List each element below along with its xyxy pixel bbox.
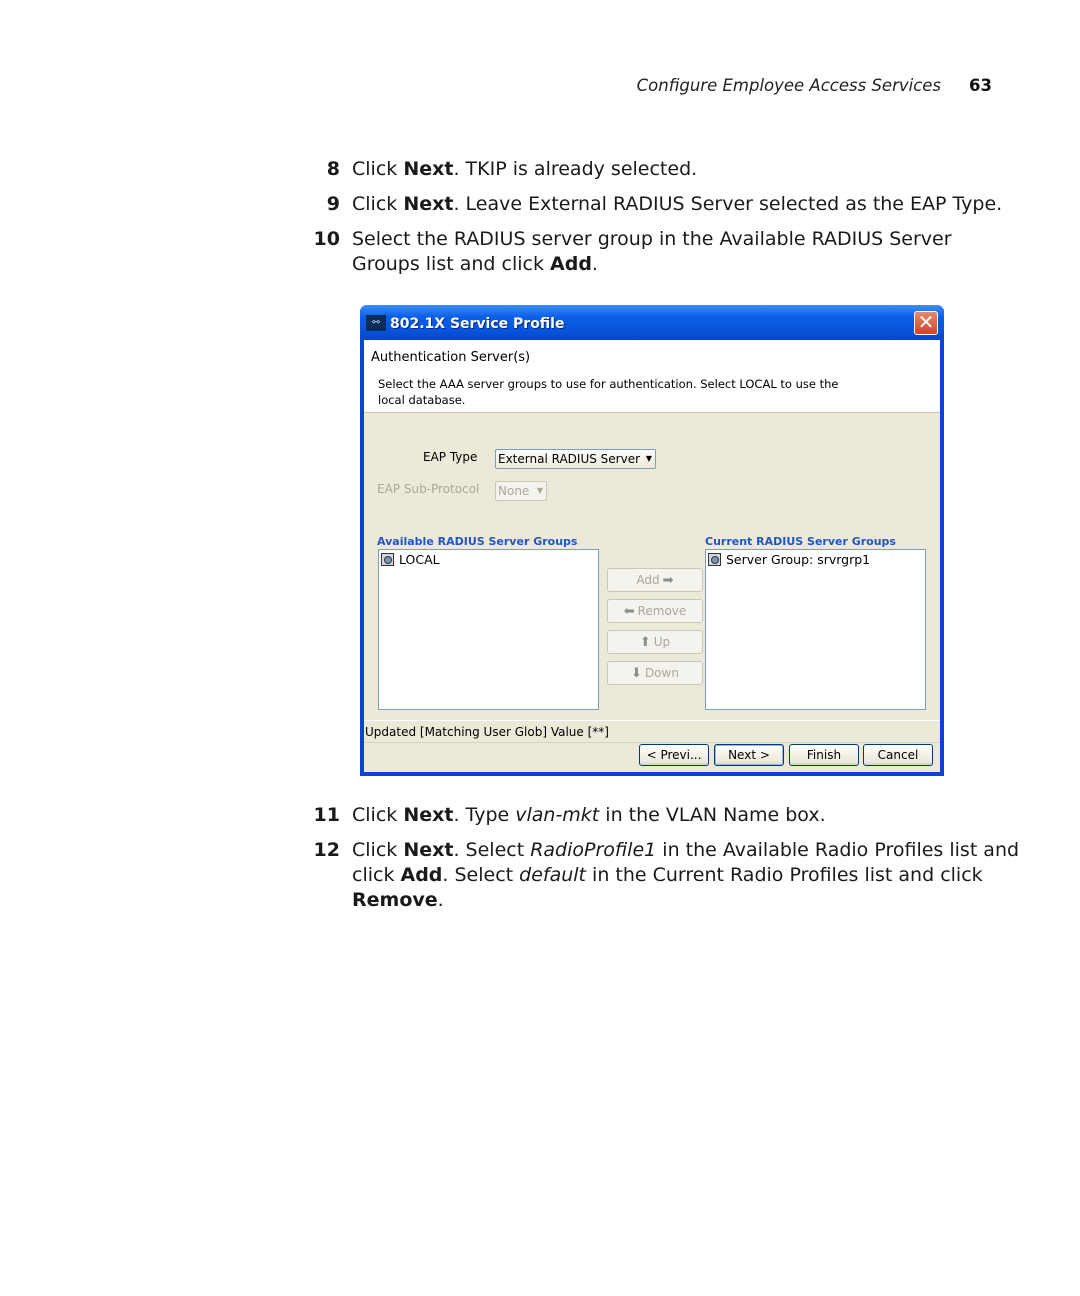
eap-type-label: EAP Type	[423, 450, 478, 464]
step-number: 8	[326, 158, 340, 180]
step-text: Click Next. TKIP is already selected.	[352, 157, 1022, 182]
eap-type-select[interactable]: External RADIUS Server ▼	[495, 449, 656, 469]
text-run: in the VLAN Name box.	[599, 804, 826, 826]
text-run: Click	[352, 193, 404, 215]
step-text: Click Next. Type vlan-mkt in the VLAN Na…	[352, 803, 1022, 828]
arrow-left-icon: ⬅	[623, 603, 635, 619]
text-run: Select the RADIUS server group in the Av…	[352, 228, 952, 275]
title-bar[interactable]: ⚯ 802.1X Service Profile ✕	[360, 305, 944, 340]
text-run: . Select	[442, 864, 520, 886]
text-run: . Type	[453, 804, 516, 826]
text-run: Click	[352, 158, 404, 180]
close-button[interactable]: ✕	[914, 311, 938, 335]
arrow-right-icon: ➡	[662, 572, 674, 588]
footer-divider	[364, 742, 940, 743]
add-button[interactable]: Add ➡	[607, 568, 703, 592]
step-9: 9 Click Next. Leave External RADIUS Serve…	[312, 192, 1022, 217]
emphasis-bold: Next	[403, 804, 454, 826]
close-icon: ✕	[917, 310, 935, 334]
cancel-button[interactable]: Cancel	[863, 744, 933, 766]
step-number: 10	[313, 228, 340, 250]
emphasis-italic: default	[519, 864, 586, 886]
available-groups-list[interactable]: LOCAL	[378, 549, 599, 710]
list-item-label: LOCAL	[399, 552, 440, 567]
text-run: .	[437, 889, 444, 911]
step-10: 10 Select the RADIUS server group in the …	[312, 227, 1022, 277]
dialog-client: Authentication Server(s) Select the AAA …	[364, 340, 940, 772]
current-groups-label: Current RADIUS Server Groups	[705, 535, 896, 548]
text-run: . TKIP is already selected.	[453, 158, 698, 180]
emphasis-bold: Remove	[352, 889, 438, 911]
status-bar: Updated [Matching User Glob] Value [**]	[364, 720, 940, 743]
banner-description: Select the AAA server groups to use for …	[378, 377, 839, 407]
list-item[interactable]: LOCAL	[381, 552, 440, 567]
emphasis-bold: Add	[400, 864, 443, 886]
step-number: 11	[313, 804, 340, 826]
step-text: Click Next. Leave External RADIUS Server…	[352, 192, 1022, 217]
eap-type-value: External RADIUS Server	[498, 452, 641, 466]
up-label: Up	[653, 635, 671, 649]
up-button[interactable]: ⬆ Up	[607, 630, 703, 654]
emphasis-bold: Next	[403, 158, 454, 180]
step-12: 12 Click Next. Select RadioProfile1 in th…	[312, 838, 1022, 913]
page-header: Configure Employee Access Services 63	[637, 76, 992, 95]
emphasis-bold: Next	[403, 193, 454, 215]
add-label: Add	[636, 573, 660, 587]
emphasis-italic: RadioProfile1	[530, 839, 657, 861]
eap-sub-protocol-select[interactable]: None ▼	[495, 481, 547, 501]
remove-button[interactable]: ⬅ Remove	[607, 599, 703, 623]
emphasis-italic: vlan-mkt	[515, 804, 600, 826]
available-groups-label: Available RADIUS Server Groups	[377, 535, 578, 548]
emphasis-bold: Next	[403, 839, 454, 861]
page-number: 63	[969, 76, 992, 95]
emphasis-bold: Add	[550, 253, 592, 275]
arrow-up-icon: ⬆	[639, 634, 651, 650]
wizard-banner: Authentication Server(s) Select the AAA …	[364, 340, 940, 413]
previous-button[interactable]: < Previ...	[639, 744, 709, 766]
down-button[interactable]: ⬇ Down	[607, 661, 703, 685]
text-run: . Select	[453, 839, 531, 861]
text-run: Click	[352, 804, 404, 826]
text-run: . Leave External RADIUS Server selected …	[453, 193, 1003, 215]
service-profile-dialog: ⚯ 802.1X Service Profile ✕ Authenticatio…	[360, 305, 944, 776]
remove-label: Remove	[637, 604, 687, 618]
down-label: Down	[644, 666, 679, 680]
text-run: .	[591, 253, 598, 275]
step-text: Click Next. Select RadioProfile1 in the …	[352, 838, 1022, 913]
chevron-down-icon: ▼	[536, 486, 543, 495]
step-text: Select the RADIUS server group in the Av…	[352, 227, 1022, 277]
text-run: in the Current Radio Profiles list and c…	[586, 864, 983, 886]
current-groups-list[interactable]: Server Group: srvrgrp1	[705, 549, 926, 710]
network-icon: ⚯	[366, 315, 386, 331]
step-number: 12	[313, 839, 340, 861]
text-run: Click	[352, 839, 404, 861]
section-title: Configure Employee Access Services	[636, 76, 942, 95]
server-group-icon	[708, 553, 721, 566]
list-item-label: Server Group: srvrgrp1	[726, 552, 871, 567]
eap-sub-protocol-label: EAP Sub-Protocol	[377, 482, 480, 496]
next-button[interactable]: Next >	[714, 744, 784, 766]
chevron-down-icon: ▼	[645, 454, 652, 463]
server-group-icon	[381, 553, 394, 566]
eap-sub-protocol-value: None	[498, 484, 530, 498]
finish-button[interactable]: Finish	[789, 744, 859, 766]
banner-title: Authentication Server(s)	[371, 350, 531, 365]
arrow-down-icon: ⬇	[631, 665, 642, 681]
step-8: 8 Click Next. TKIP is already selected.	[312, 157, 1022, 182]
step-11: 11 Click Next. Type vlan-mkt in the VLAN …	[312, 803, 1022, 828]
step-number: 9	[326, 193, 340, 215]
list-item[interactable]: Server Group: srvrgrp1	[708, 552, 870, 567]
dialog-title: 802.1X Service Profile	[390, 316, 565, 332]
